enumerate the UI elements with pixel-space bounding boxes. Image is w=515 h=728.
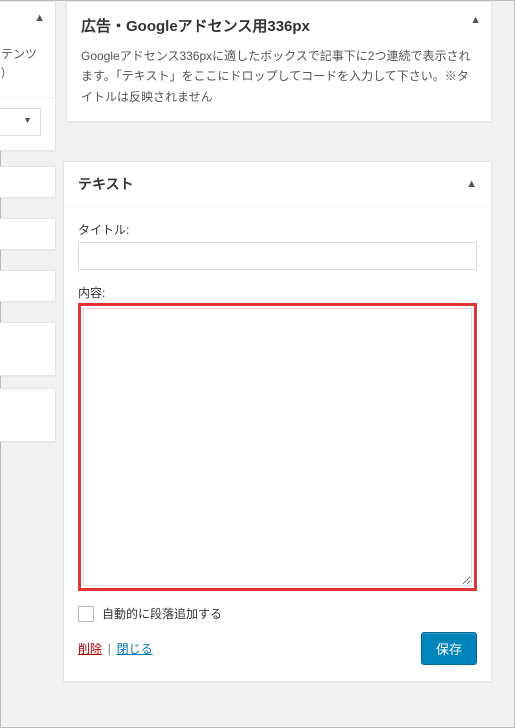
left-panel-item[interactable]: 広告用 (0, 388, 56, 442)
delete-link[interactable]: 削除 (78, 642, 102, 656)
title-label: タイトル: (78, 221, 477, 238)
content-highlight (78, 303, 477, 591)
text-widget: テキスト ▲ タイトル: 内容: 自動的に段落追加する 削除 | 閉じる 保存 (63, 161, 492, 682)
widget-select[interactable] (0, 108, 41, 136)
close-link[interactable]: 閉じる (117, 642, 153, 656)
content-field: 内容: (78, 284, 477, 591)
empty-slot[interactable] (0, 166, 56, 198)
auto-paragraph-row: 自動的に段落追加する (78, 605, 477, 622)
left-panel-item[interactable]: ワイジェッ (0, 322, 56, 376)
left-panel-select-wrap (0, 97, 55, 150)
sidebar-area-header[interactable]: 広告・Googleアドセンス用336px ▲ (67, 2, 491, 40)
sidebar-area-desc: Googleアドセンス336pxに適したボックスで記事下に2つ連続で表示されます… (67, 40, 491, 121)
left-panel-top: ップ ▲ 番上に表示されるコンテンツエリは表示されません） (0, 1, 56, 151)
widget-name: テキスト (78, 174, 134, 194)
sidebar-area-title: 広告・Googleアドセンス用336px (81, 18, 310, 35)
empty-slot[interactable] (0, 270, 56, 302)
widget-header[interactable]: テキスト ▲ (64, 162, 491, 207)
widget-footer: 削除 | 閉じる 保存 (78, 632, 477, 667)
left-panel-desc: 番上に表示されるコンテンツエリは表示されません） (0, 45, 55, 97)
auto-paragraph-label[interactable]: 自動的に段落追加する (102, 605, 222, 622)
title-input[interactable] (78, 242, 477, 270)
separator: | (108, 641, 111, 656)
content-textarea[interactable] (83, 308, 472, 586)
collapse-icon[interactable]: ▲ (34, 12, 45, 24)
save-button[interactable]: 保存 (421, 632, 477, 665)
widget-action-links: 削除 | 閉じる (78, 640, 153, 657)
sidebar-area-panel: 広告・Googleアドセンス用336px ▲ Googleアドセンス336pxに… (66, 1, 492, 122)
collapse-icon[interactable]: ▲ (466, 178, 477, 190)
title-field: タイトル: (78, 221, 477, 270)
left-column: ップ ▲ 番上に表示されるコンテンツエリは表示されません） ワイジェッ 広告用 (0, 1, 56, 454)
empty-slot[interactable] (0, 218, 56, 250)
auto-paragraph-checkbox[interactable] (78, 606, 94, 622)
collapse-icon[interactable]: ▲ (470, 14, 481, 26)
left-panel-header[interactable]: ップ ▲ (0, 2, 55, 45)
widget-body: タイトル: 内容: 自動的に段落追加する 削除 | 閉じる 保存 (64, 207, 491, 681)
content-label: 内容: (78, 284, 477, 301)
